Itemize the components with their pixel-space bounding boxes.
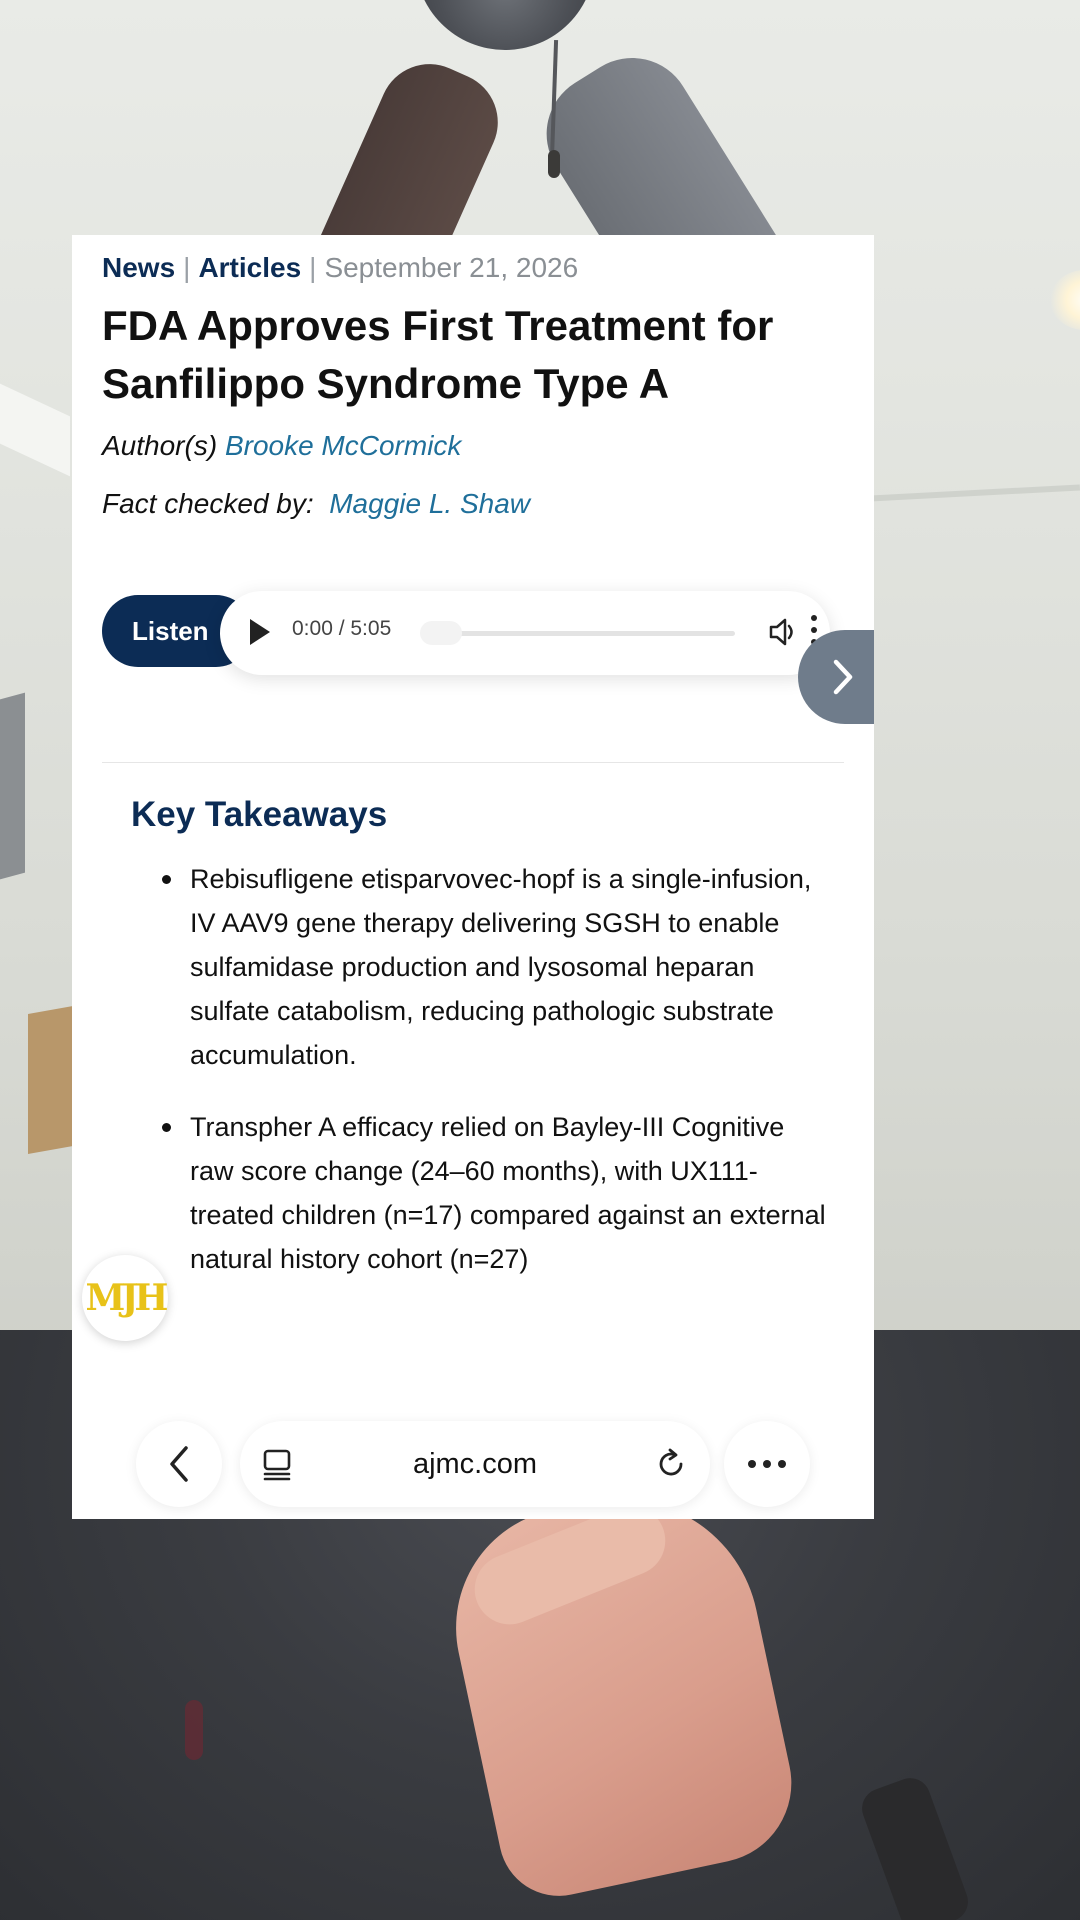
audio-seek-bar[interactable] <box>425 631 735 636</box>
url-text[interactable]: ajmc.com <box>240 1421 710 1507</box>
article-screenshot-card: News | Articles | September 21, 2026 FDA App… <box>72 235 874 1519</box>
takeaway-text: Rebisufligene etisparvovec-hopf is a sin… <box>190 864 812 1070</box>
fact-check-line: Fact checked by: Maggie L. Shaw <box>102 488 530 520</box>
fact-checker-link[interactable]: Maggie L. Shaw <box>329 488 530 519</box>
reload-icon[interactable] <box>654 1447 688 1481</box>
breadcrumb-news-link[interactable]: News <box>102 252 175 283</box>
wall-picture <box>28 1006 73 1154</box>
breadcrumb-articles-link[interactable]: Articles <box>198 252 301 283</box>
author-link[interactable]: Brooke McCormick <box>225 430 461 461</box>
back-button[interactable] <box>136 1421 222 1507</box>
takeaway-text: Transpher A efficacy relied on Bayley-II… <box>190 1112 826 1274</box>
list-item: Rebisufligene etisparvovec-hopf is a sin… <box>131 857 831 1077</box>
takeaways-list: Rebisufligene etisparvovec-hopf is a sin… <box>131 857 831 1309</box>
more-options-button[interactable] <box>724 1421 810 1507</box>
fact-check-label: Fact checked by: <box>102 488 314 519</box>
fan-pull-knob <box>548 150 560 178</box>
wall-frame <box>0 692 25 888</box>
chevron-left-icon <box>170 1446 188 1482</box>
chevron-right-icon <box>833 659 853 695</box>
mjh-logo: MJH <box>85 1277 169 1319</box>
audio-listen-widget: Listen 0:00 / 5:05 <box>102 591 862 675</box>
audio-time: 0:00 / 5:05 <box>292 617 392 640</box>
bullet-icon <box>162 1123 171 1132</box>
list-item: Transpher A efficacy relied on Bayley-II… <box>131 1105 831 1281</box>
article-date: September 21, 2026 <box>324 252 579 283</box>
breadcrumb: News | Articles | September 21, 2026 <box>102 250 578 286</box>
key-takeaways-heading: Key Takeaways <box>131 795 388 834</box>
breadcrumb-separator: | <box>183 252 191 283</box>
browser-toolbar: ajmc.com <box>72 1385 874 1519</box>
shirt-detail <box>185 1700 203 1760</box>
section-divider <box>102 762 844 763</box>
mjh-logo-button[interactable]: MJH <box>82 1255 168 1341</box>
audio-player: 0:00 / 5:05 <box>220 591 830 675</box>
bullet-icon <box>162 875 171 884</box>
audio-seek-thumb[interactable] <box>420 621 462 645</box>
breadcrumb-separator: | <box>309 252 317 283</box>
more-horizontal-icon <box>748 1460 786 1468</box>
author-line: Author(s) Brooke McCormick <box>102 430 461 462</box>
play-icon[interactable] <box>250 619 270 645</box>
article-title: FDA Approves First Treatment for Sanfili… <box>102 302 774 407</box>
volume-icon[interactable] <box>768 615 798 649</box>
address-bar[interactable]: ajmc.com <box>240 1421 710 1507</box>
author-label: Author(s) <box>102 430 218 461</box>
